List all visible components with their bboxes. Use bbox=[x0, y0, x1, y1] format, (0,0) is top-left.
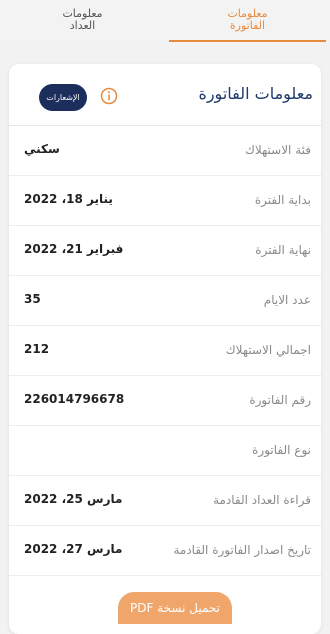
row-label: اجمالي الاستهلاك bbox=[225, 343, 311, 357]
row-value: يناير 18، 2022 bbox=[24, 192, 113, 206]
notifications-button[interactable]: الإشعارات bbox=[39, 84, 87, 111]
row-label: نهاية الفترة bbox=[255, 243, 311, 257]
bill-info-card: معلومات الفاتورة الإشعارات فئة الاستهلاك… bbox=[9, 64, 321, 634]
row-label: رقم الفاتورة bbox=[249, 393, 311, 407]
row-value: 212 bbox=[24, 342, 50, 356]
row-consumption-category: فئة الاستهلاك سكني bbox=[9, 126, 321, 176]
row-next-bill-date: تاريخ اصدار الفاتورة القادمة مارس 27، 20… bbox=[9, 526, 321, 576]
tab-meter-info[interactable]: معلومات العداد bbox=[0, 0, 165, 42]
tab-bill-info-label: معلومات الفاتورة bbox=[227, 7, 268, 32]
row-days-count: عدد الايام 35 bbox=[9, 276, 321, 326]
row-label: عدد الايام bbox=[263, 293, 311, 307]
info-icon[interactable] bbox=[100, 87, 118, 105]
row-label: بداية الفترة bbox=[254, 193, 311, 207]
row-value: مارس 25، 2022 bbox=[24, 492, 123, 506]
row-next-meter-reading: قراءة العداد القادمة مارس 25، 2022 bbox=[9, 476, 321, 526]
row-label: فئة الاستهلاك bbox=[244, 143, 311, 157]
row-bill-number: رقم الفاتورة 226014796678 bbox=[9, 376, 321, 426]
row-value: 226014796678 bbox=[24, 392, 125, 406]
row-bill-type: نوع الفاتورة bbox=[9, 426, 321, 476]
card-header: معلومات الفاتورة الإشعارات bbox=[9, 64, 321, 126]
row-label: تاريخ اصدار الفاتورة القادمة bbox=[173, 543, 311, 557]
row-label: نوع الفاتورة bbox=[252, 443, 311, 457]
tab-bar: معلومات الفاتورة معلومات العداد bbox=[0, 0, 330, 42]
row-period-start: بداية الفترة يناير 18، 2022 bbox=[9, 176, 321, 226]
tab-bill-info[interactable]: معلومات الفاتورة bbox=[165, 0, 330, 42]
row-value: 35 bbox=[24, 292, 41, 306]
row-value: مارس 27، 2022 bbox=[24, 542, 123, 556]
row-value: فبراير 21، 2022 bbox=[24, 242, 124, 256]
download-pdf-button[interactable]: تحميل نسخة PDF bbox=[118, 592, 232, 624]
row-period-end: نهاية الفترة فبراير 21، 2022 bbox=[9, 226, 321, 276]
row-label: قراءة العداد القادمة bbox=[213, 493, 311, 507]
row-value: سكني bbox=[24, 142, 60, 156]
bill-details-list: فئة الاستهلاك سكني بداية الفترة يناير 18… bbox=[9, 126, 321, 576]
row-total-consumption: اجمالي الاستهلاك 212 bbox=[9, 326, 321, 376]
card-title: معلومات الفاتورة bbox=[198, 84, 313, 103]
tab-meter-info-label: معلومات العداد bbox=[62, 7, 103, 32]
